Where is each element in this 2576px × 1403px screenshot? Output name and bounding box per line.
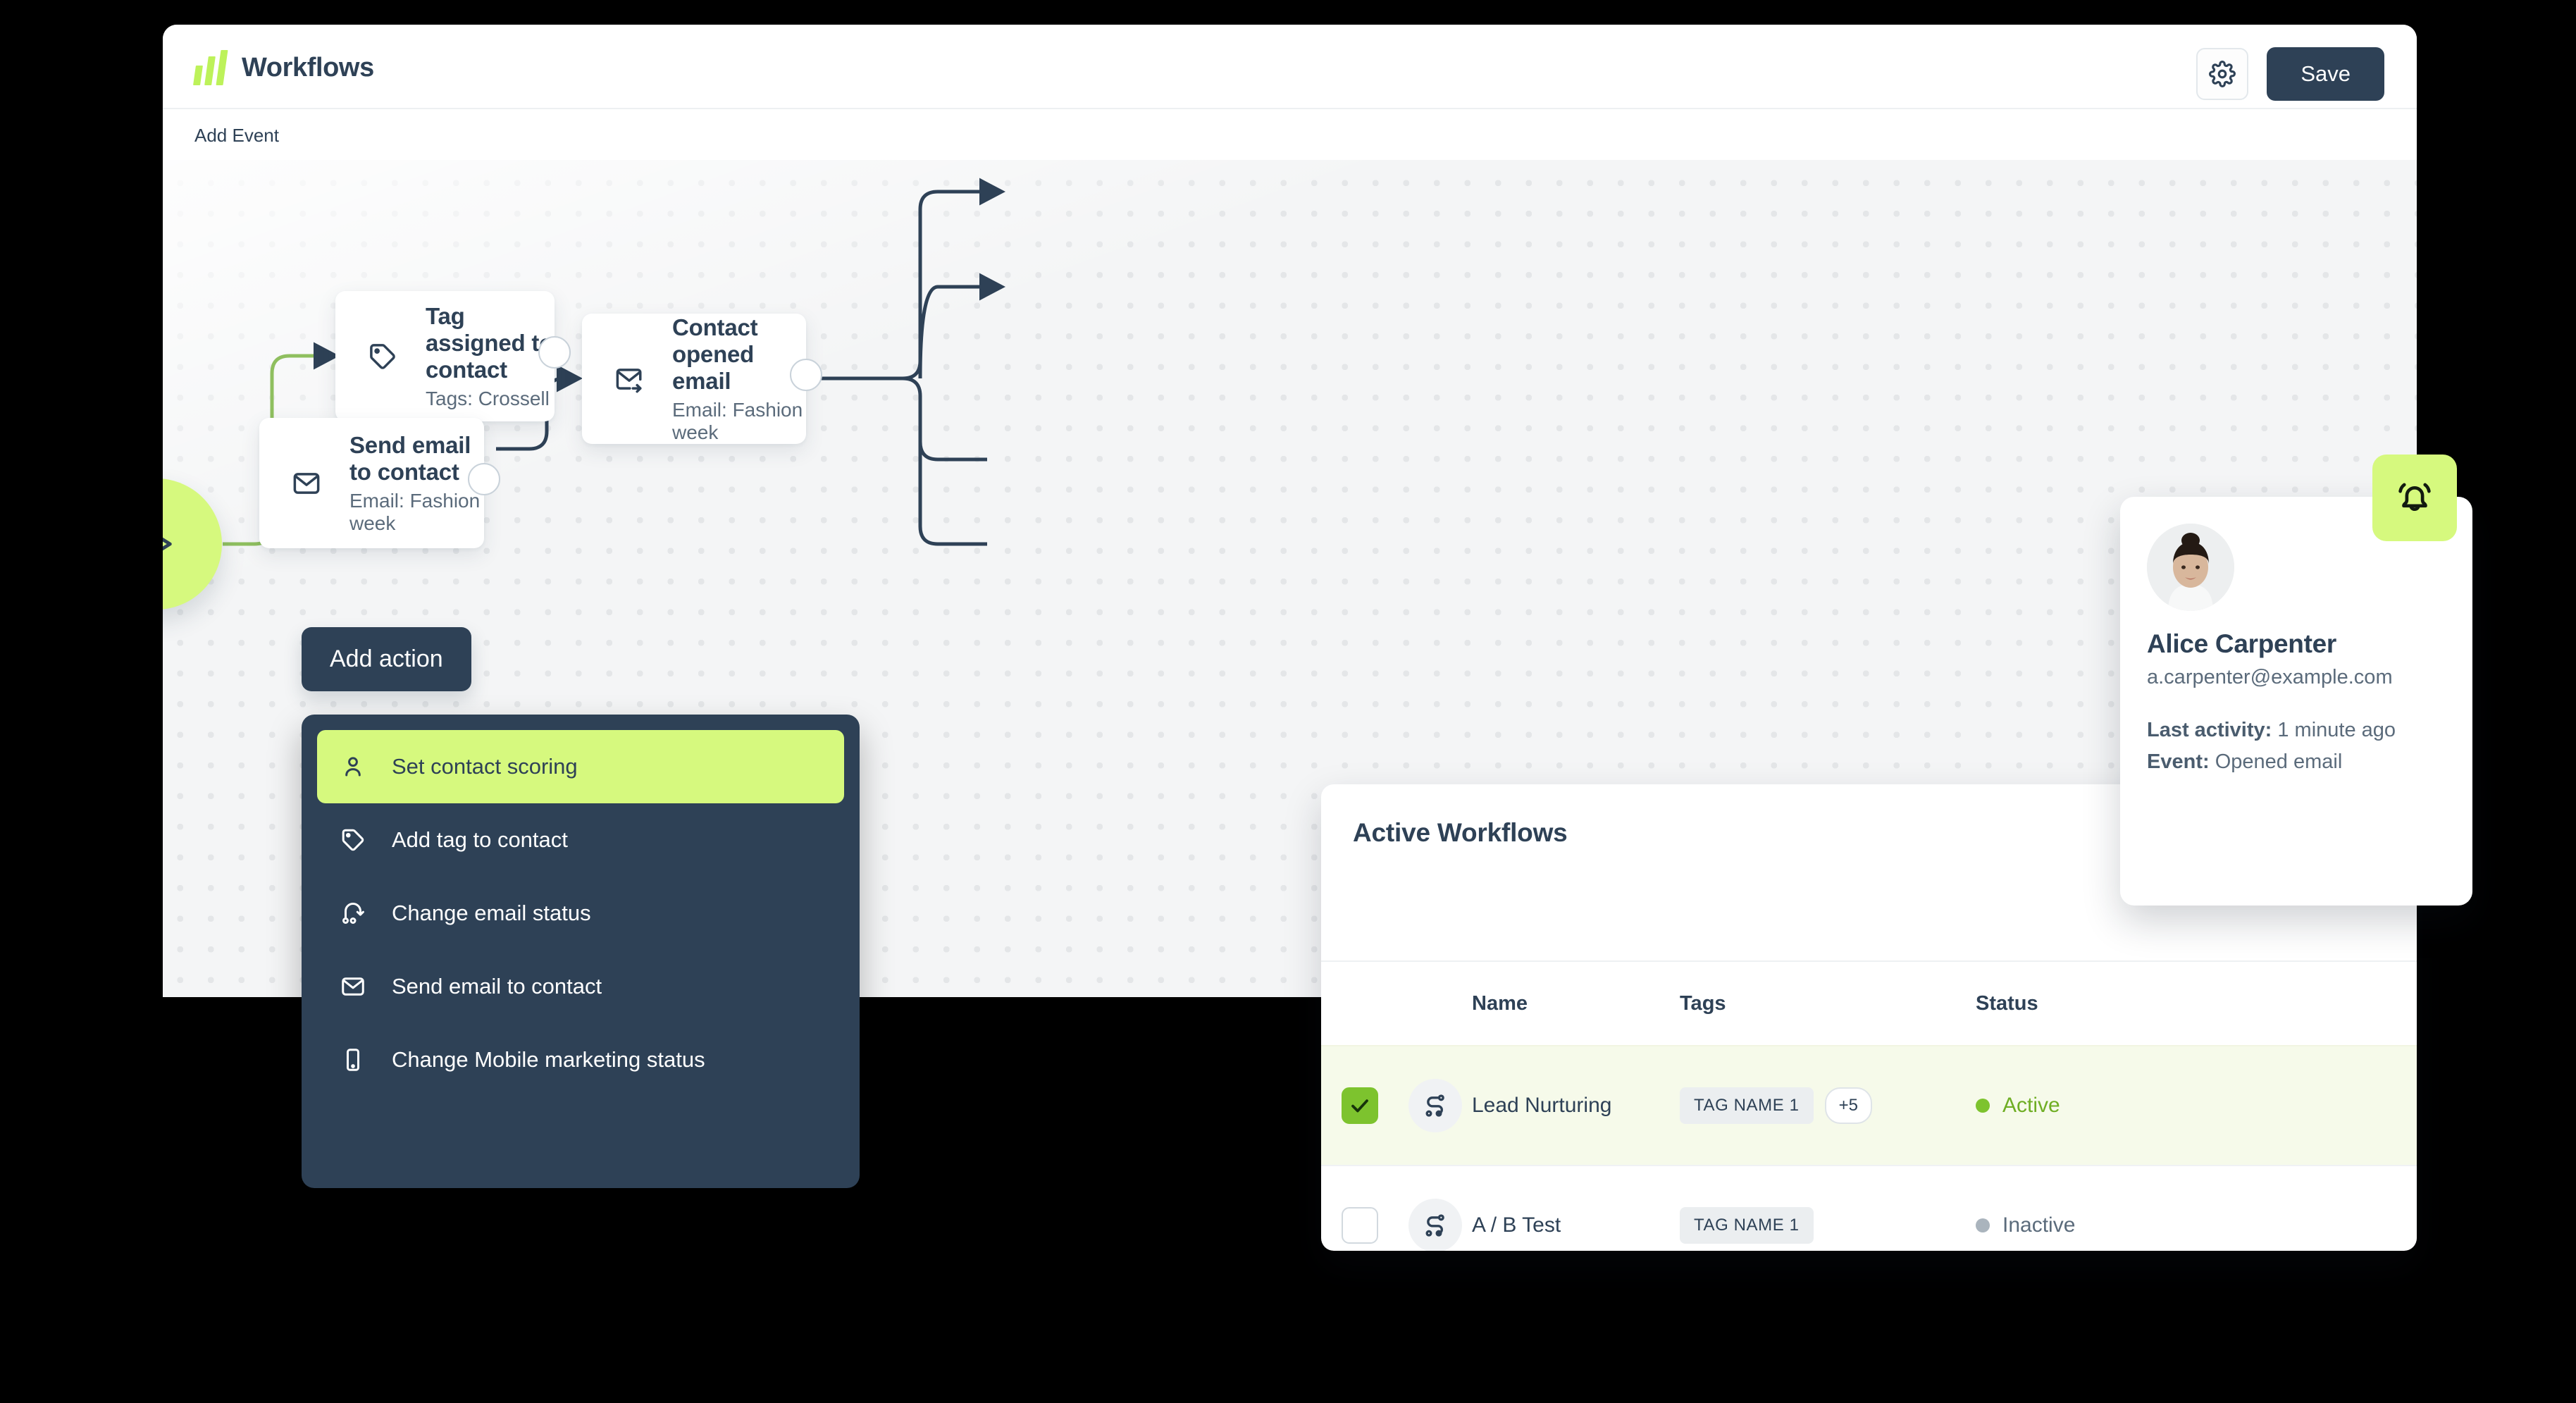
contact-card: Alice Carpenter a.carpenter@example.com … (2120, 497, 2472, 906)
last-activity-label: Last activity: (2147, 719, 2272, 741)
menu-item-label: Change Mobile marketing status (392, 1047, 705, 1072)
workflow-icon (1408, 1199, 1462, 1251)
column-header-name: Name (1472, 991, 1528, 1015)
node-title: Contact opened email (672, 314, 758, 394)
row-checkbox[interactable] (1341, 1087, 1378, 1124)
node-output-port[interactable] (790, 359, 822, 391)
save-button[interactable]: Save (2267, 47, 2384, 101)
node-title: Send email to contact (349, 431, 471, 485)
status-icon (338, 901, 368, 926)
person-icon (338, 754, 368, 779)
node-subtitle: Email: Fashion week (349, 489, 481, 534)
menu-item-label: Add tag to contact (392, 827, 568, 852)
brand: Workflows (193, 50, 374, 85)
gear-icon (2209, 61, 2236, 87)
cell-workflow-name: A / B Test (1472, 1213, 1561, 1237)
settings-button[interactable] (2196, 48, 2249, 100)
column-header-status: Status (1976, 991, 2038, 1015)
add-action-button[interactable]: Add action (302, 627, 471, 691)
node-subtitle: Tags: Crossell (426, 387, 550, 409)
mobile-icon (338, 1047, 368, 1073)
app-header: Workflows Save (163, 25, 2417, 109)
header-actions: Save (2196, 47, 2384, 101)
envelope-icon (338, 974, 368, 999)
menu-item-send-email-to-contact[interactable]: Send email to contact (317, 950, 844, 1023)
workflow-icon (1408, 1079, 1462, 1132)
node-output-port[interactable] (538, 336, 571, 369)
screenshot-root: Workflows Save Add Event Tag assigned to… (0, 0, 2576, 1403)
subheader: Add Event (163, 109, 2417, 160)
node-tag-assigned-to-contact[interactable]: Tag assigned to contact Tags: Crossell (335, 291, 571, 421)
tag-badge: TAG NAME 1 (1680, 1087, 1814, 1124)
tag-icon (368, 342, 397, 371)
table-header-row: Name Tags Status (1321, 960, 2417, 1045)
status-dot (1976, 1099, 1990, 1113)
contact-meta: Last activity: 1 minute ago Event: Opene… (2147, 719, 2446, 774)
menu-item-label: Change email status (392, 901, 591, 925)
envelope-open-arrow-icon (614, 364, 644, 394)
event-value: Opened email (2215, 750, 2343, 773)
menu-item-label: Send email to contact (392, 974, 602, 999)
node-contact-opened-email[interactable]: Contact opened email Email: Fashion week (582, 314, 822, 444)
node-send-email-to-contact[interactable]: Send email to contact Email: Fashion wee… (259, 418, 500, 548)
action-menu: Set contact scoring Add tag to contact C… (302, 715, 860, 1188)
tag-icon (338, 827, 368, 853)
contact-name: Alice Carpenter (2147, 629, 2336, 658)
avatar (2147, 524, 2234, 611)
play-icon (163, 537, 172, 551)
status-dot (1976, 1218, 1990, 1232)
menu-item-change-email-status[interactable]: Change email status (317, 877, 844, 950)
bell-ringing-icon (2398, 483, 2431, 511)
status-badge: Inactive (2002, 1213, 2076, 1237)
column-header-tags: Tags (1680, 991, 1726, 1015)
cell-workflow-name: Lead Nurturing (1472, 1094, 1612, 1117)
envelope-icon (292, 469, 321, 498)
row-checkbox[interactable] (1341, 1207, 1378, 1244)
event-line: Event: Opened email (2147, 750, 2446, 774)
menu-item-change-mobile-marketing-status[interactable]: Change Mobile marketing status (317, 1023, 844, 1096)
last-activity-value: 1 minute ago (2277, 719, 2396, 741)
notification-badge[interactable] (2372, 455, 2457, 541)
tag-badge: TAG NAME 1 (1680, 1207, 1814, 1244)
node-output-port[interactable] (468, 463, 500, 495)
active-workflows-title: Active Workflows (1353, 818, 1568, 847)
table-row[interactable]: A / B Test TAG NAME 1 Inactive (1321, 1165, 2417, 1251)
bar-chart-logo-icon (193, 50, 228, 85)
workflows-table: Name Tags Status Lead Nurturing TAG NAME… (1321, 960, 2417, 1251)
add-event-label[interactable]: Add Event (194, 125, 279, 147)
check-icon (1351, 1099, 1368, 1113)
last-activity-line: Last activity: 1 minute ago (2147, 719, 2446, 742)
menu-item-set-contact-scoring[interactable]: Set contact scoring (317, 730, 844, 803)
table-row[interactable]: Lead Nurturing TAG NAME 1 +5 Active (1321, 1045, 2417, 1165)
event-label: Event: (2147, 750, 2210, 773)
node-title: Tag assigned to contact (426, 302, 554, 383)
tag-overflow-badge[interactable]: +5 (1824, 1087, 1872, 1124)
menu-item-add-tag-to-contact[interactable]: Add tag to contact (317, 803, 844, 877)
node-subtitle: Email: Fashion week (672, 398, 803, 443)
page-title: Workflows (242, 52, 374, 82)
contact-email: a.carpenter@example.com (2147, 666, 2393, 688)
status-badge: Active (2002, 1094, 2060, 1117)
menu-item-label: Set contact scoring (392, 754, 578, 779)
